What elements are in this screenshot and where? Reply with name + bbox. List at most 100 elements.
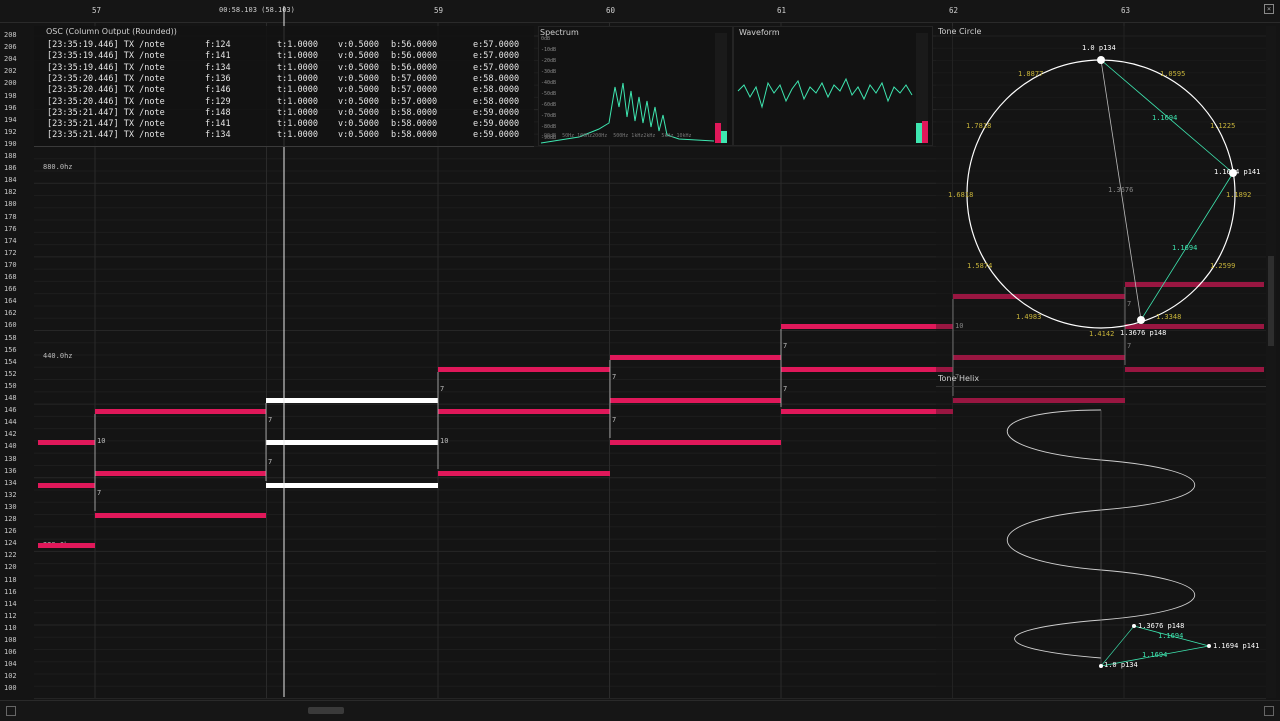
note-active[interactable]	[266, 483, 438, 488]
note[interactable]	[610, 355, 781, 360]
note[interactable]	[781, 409, 953, 414]
tone-ratio-label: 1.2599	[1210, 262, 1236, 270]
interval-label: 10	[440, 437, 449, 445]
note[interactable]	[95, 513, 266, 518]
osc-log-row: [23:35:21.447] TX /note f:134 t:1.0000 v:0.…	[47, 130, 527, 141]
note[interactable]	[610, 440, 781, 445]
helix-node	[1207, 644, 1211, 648]
osc-log-row: [23:35:19.446] TX /note f:124 t:1.0000 v:0.…	[47, 40, 527, 51]
tone-ratio-label: 1.0595	[1160, 70, 1186, 78]
spectrum-db-label: -80dB	[541, 124, 557, 130]
note[interactable]	[610, 398, 781, 403]
tone-circle	[966, 56, 1237, 329]
vertical-scrollbar-thumb[interactable]	[1268, 256, 1274, 346]
osc-field-time: [23:35:19.446] TX /note	[47, 51, 165, 62]
osc-field-t: t:1.0000	[277, 107, 318, 118]
osc-field-time: [23:35:20.446] TX /note	[47, 96, 165, 107]
tone-ratio-label: 1.1225	[1210, 122, 1236, 130]
osc-field-b: b:58.0000	[391, 107, 438, 118]
osc-log-row: [23:35:20.446] TX /note f:129 t:1.0000 v:0.…	[47, 97, 527, 108]
interval-label: 7	[97, 489, 102, 497]
horizontal-scrollbar-thumb[interactable]	[308, 707, 344, 714]
tone-ratio-label: 1.3348	[1156, 313, 1182, 321]
spectrum-db-label: -70dB	[541, 113, 557, 119]
osc-field-t: t:1.0000	[277, 51, 318, 62]
osc-field-t: t:1.0000	[277, 40, 318, 50]
vertical-scrollbar[interactable]	[1266, 26, 1276, 698]
note[interactable]	[95, 409, 266, 414]
tone-ratio-label: 1.3676	[1108, 186, 1134, 194]
osc-field-f: f:141	[205, 119, 231, 130]
note[interactable]	[95, 471, 266, 476]
interval-label: 7	[612, 373, 617, 381]
osc-field-v: v:0.5000	[338, 51, 379, 62]
osc-field-time: [23:35:20.446] TX /note	[47, 73, 165, 84]
helix-node-label: 1.3676 p148	[1138, 622, 1185, 630]
osc-field-time: [23:35:21.447] TX /note	[47, 107, 165, 118]
tone-ratio-label: 1.7818	[966, 122, 992, 130]
scroll-left-icon[interactable]	[6, 706, 16, 716]
interval-label: 7	[440, 385, 445, 393]
spectrum-db-label: -90dB	[541, 135, 557, 141]
osc-field-e: e:59.0000	[473, 130, 520, 141]
osc-field-e: e:59.0000	[473, 107, 520, 118]
spectrum-db-label: 0dB	[541, 36, 551, 42]
note-active[interactable]	[266, 440, 438, 445]
osc-field-v: v:0.5000	[338, 130, 379, 141]
osc-field-f: f:134	[205, 62, 231, 73]
note-active[interactable]	[266, 398, 438, 403]
note[interactable]	[38, 440, 95, 445]
tone-helix-title: Tone Helix	[938, 374, 980, 383]
waveform-plot	[737, 33, 928, 143]
osc-field-b: b:57.0000	[391, 85, 438, 96]
osc-log-row: [23:35:21.447] TX /note f:148 t:1.0000 v:0.…	[47, 108, 527, 119]
osc-field-f: f:134	[205, 130, 231, 141]
tone-node-label: 1.1694 p141	[1214, 168, 1261, 176]
helix-ratio: 1.1694	[1142, 651, 1168, 659]
note[interactable]	[781, 367, 953, 372]
osc-field-v: v:0.5000	[338, 119, 379, 130]
note[interactable]	[438, 471, 610, 476]
osc-log-row: [23:35:19.446] TX /note f:141 t:1.0000 v:0.…	[47, 51, 527, 62]
tone-ratio-label: 1.5874	[967, 262, 993, 270]
scroll-right-icon[interactable]	[1264, 706, 1274, 716]
osc-field-t: t:1.0000	[277, 96, 318, 107]
osc-field-v: v:0.5000	[338, 85, 379, 96]
osc-log-row: [23:35:19.446] TX /note f:134 t:1.0000 v:0.…	[47, 63, 527, 74]
note[interactable]	[438, 409, 610, 414]
spectrum-plot	[540, 33, 727, 144]
spectrum-panel: Spectrum -90dB 50Hz 100Hz200Hz 500Hz 1kH…	[538, 26, 733, 146]
note[interactable]	[781, 324, 953, 329]
interval-label: 7	[268, 458, 273, 466]
tone-ratio-label: 1.6818	[948, 191, 974, 199]
note[interactable]	[38, 543, 95, 548]
osc-field-b: b:56.0000	[391, 40, 438, 50]
osc-field-f: f:124	[205, 40, 231, 50]
osc-field-f: f:141	[205, 51, 231, 62]
tone-node-label: 1.3676 p148	[1120, 329, 1167, 337]
helix-ratio: 1.1694	[1158, 632, 1184, 640]
tone-ratio-label: 1.1694	[1152, 114, 1178, 122]
osc-field-e: e:57.0000	[473, 62, 520, 73]
helix-divider	[936, 386, 1266, 387]
tone-ratio-label: 1.1694	[1172, 244, 1198, 252]
spectrum-db-label: -50dB	[541, 91, 557, 97]
interval-label: 7	[783, 342, 788, 350]
interval-label: 7	[783, 385, 788, 393]
osc-field-t: t:1.0000	[277, 119, 318, 130]
note[interactable]	[438, 367, 610, 372]
osc-field-f: f:129	[205, 96, 231, 107]
osc-field-e: e:58.0000	[473, 85, 520, 96]
osc-field-time: [23:35:19.446] TX /note	[47, 62, 165, 73]
osc-field-b: b:57.0000	[391, 96, 438, 107]
osc-field-e: e:57.0000	[473, 51, 520, 62]
osc-field-v: v:0.5000	[338, 96, 379, 107]
horizontal-scrollbar[interactable]	[0, 700, 1280, 721]
osc-field-b: b:57.0000	[391, 73, 438, 84]
osc-field-e: e:58.0000	[473, 96, 520, 107]
tone-node	[1137, 316, 1145, 324]
tone-ratio-label: 1.8877	[1018, 70, 1044, 78]
osc-field-v: v:0.5000	[338, 62, 379, 73]
note[interactable]	[38, 483, 95, 488]
osc-field-e: e:58.0000	[473, 73, 520, 84]
